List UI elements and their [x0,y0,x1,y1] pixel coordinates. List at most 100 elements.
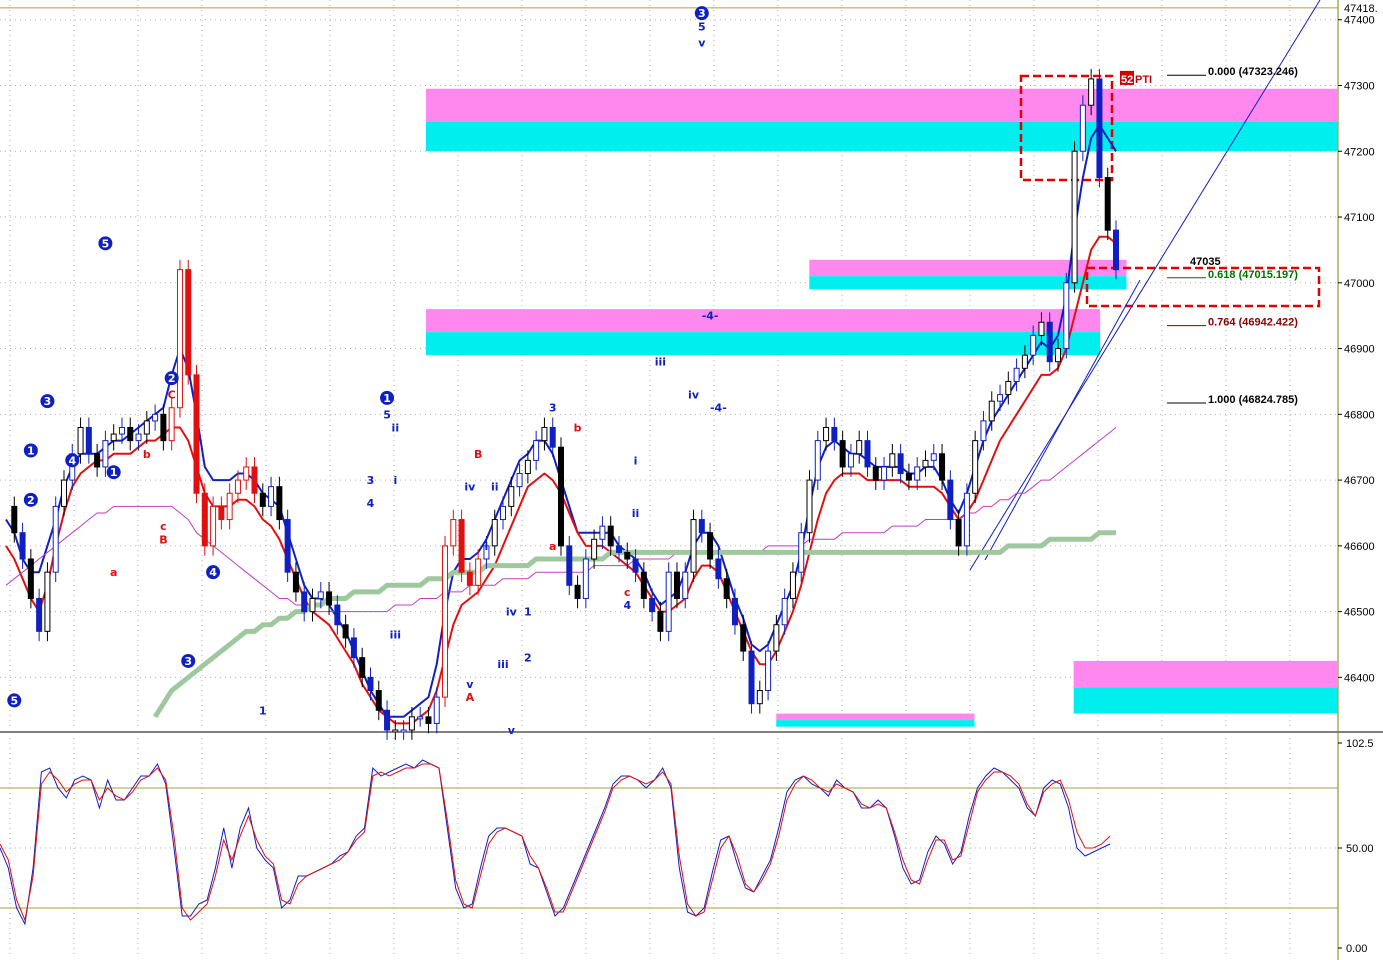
wave-label: 2 [27,494,35,507]
fib-label: 0.764 (46942.422) [1208,317,1298,329]
y-tick-label: 47200 [1344,146,1375,158]
candle-body [814,440,821,481]
candle-body [1030,334,1037,356]
wave-label: c [160,520,167,533]
y-tick-label: 46500 [1344,607,1375,619]
candle-body [276,486,283,521]
candle-body [500,505,507,521]
candle-body [1104,177,1111,231]
candle-body [458,519,465,573]
candle-body [425,716,432,724]
candle-body [301,591,308,613]
candle-body [789,571,796,599]
zone-cyan [1073,687,1338,714]
wave-label: 4 [209,566,217,579]
candle-body [491,519,498,547]
candle-body [615,545,622,553]
candle-body [599,525,606,540]
wave-label: v [508,724,516,737]
wave-label: iii [655,356,666,369]
candle-body [152,413,159,422]
candle-body [897,453,904,475]
candle-body [44,571,51,632]
y-tick-label: 46700 [1344,475,1375,487]
candle-body [127,426,134,442]
fib-label: 1.000 (46824.785) [1208,394,1298,406]
zone-cyan [809,276,1127,290]
candle-body [210,505,217,547]
candle-body [292,571,299,593]
candle-body [922,459,929,468]
osc-y-tick-label: 0.00 [1346,943,1367,955]
candle-body [533,440,540,461]
wave-label: b [143,448,151,461]
candle-body [85,426,92,455]
osc-y-tick-label: 50.00 [1346,843,1374,855]
wave-label: 5 [10,694,18,707]
candle-body [508,486,515,507]
candle-body [367,676,374,692]
candle-body [400,729,407,733]
wave-label: v [698,37,706,50]
candle-body [52,505,59,573]
y-tick-label: 47100 [1344,212,1375,224]
candle-body [955,519,962,547]
candle-body [566,545,573,586]
candle-body [193,374,200,494]
candle-body [864,440,871,468]
candle-body [1013,367,1020,382]
wave-label: b [574,421,582,434]
wave-label: 3 [549,402,557,415]
candle-body [856,440,863,455]
candle-body [185,269,192,376]
wave-label: i [634,454,638,467]
candle-body [284,519,291,573]
candle-body [251,466,258,494]
candle-body [524,459,531,475]
y-axis: 47400 47300 47200 47100 47000 46900 46800 46700… [1338,3,1378,955]
candle-body [624,551,631,560]
candle-body [773,624,780,652]
candle-body [930,453,937,461]
candle-body [939,453,946,481]
candle-body [450,519,457,547]
candle-body [972,440,979,494]
wave-label: 1 [27,444,35,457]
wave-label: v [466,678,474,691]
oscillator-panel [0,759,1338,926]
candle-body [765,650,772,692]
candle-body [889,453,896,468]
wave-label: iii [497,658,508,671]
candle-body [384,709,391,731]
candle-body [392,729,399,733]
candle-body [781,597,788,626]
candle-body [541,426,548,442]
wave-label: a [110,566,117,579]
candle-body [905,473,912,481]
wave-label: 3 [367,474,375,487]
wave-label: 1 [383,392,391,405]
candle-body [823,426,830,442]
candle-body [549,426,556,448]
wave-label: ii [392,421,400,434]
candle-body [1096,78,1103,179]
candle-body [1071,150,1078,284]
y-tick-label: 47400 [1344,15,1375,27]
wave-label: 2 [168,372,176,385]
candle-body [1088,78,1095,106]
y-tick-label: 46800 [1344,409,1375,421]
wave-label: ii [632,507,640,520]
zone-magenta [426,88,1338,122]
wave-label: 4 [623,599,631,612]
candle-body [731,597,738,626]
candle-body [218,505,225,521]
wave-label: ii [491,481,499,494]
zone-cyan [426,332,1101,356]
wave-label: 3 [698,7,706,20]
candle-body [657,611,664,632]
candle-body [914,466,921,481]
candle-body [118,426,125,435]
candle-body [110,433,117,442]
osc-y-tick-label: 102.5 [1346,738,1374,750]
osc-series-line [0,763,1111,922]
